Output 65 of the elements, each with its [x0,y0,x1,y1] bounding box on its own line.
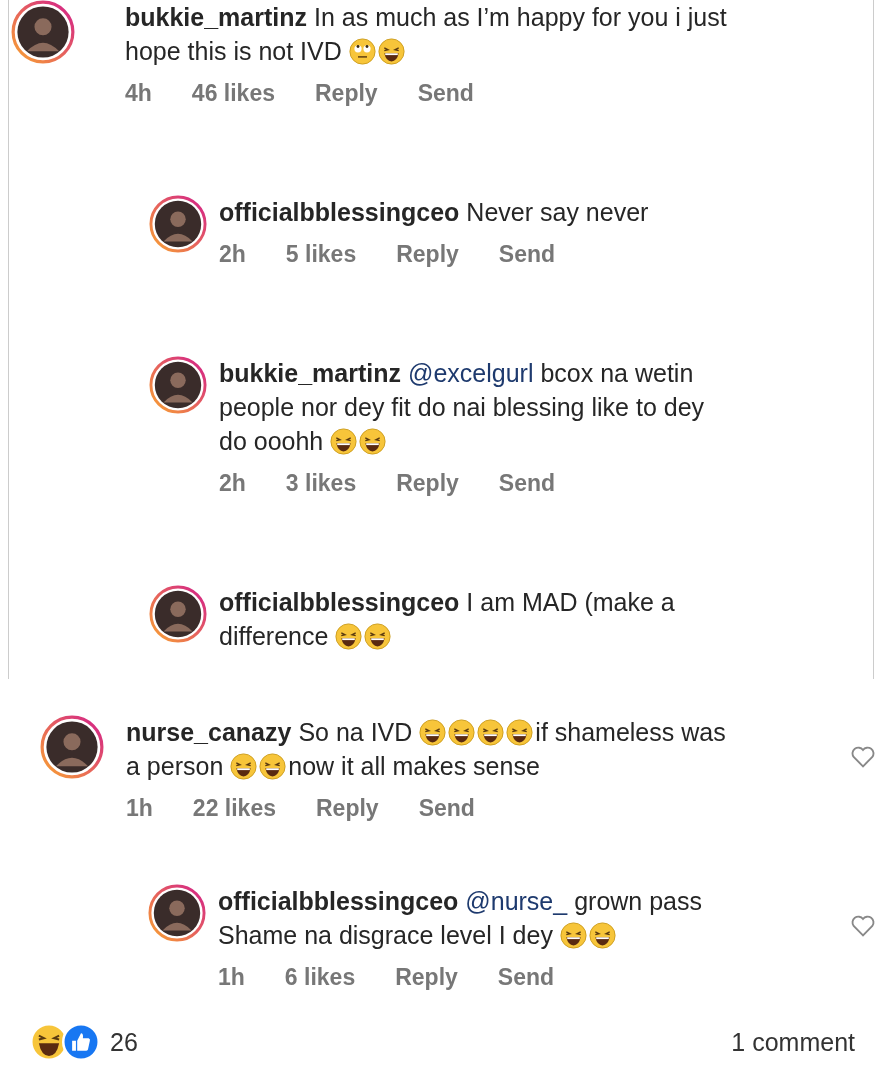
action-link[interactable]: Send [417,80,474,107]
comment-text: do ooohh [219,426,324,456]
action-link[interactable]: Reply [395,964,458,991]
action-link[interactable]: Send [498,241,556,268]
action-link[interactable]: Reply [315,80,378,107]
username[interactable]: officialbblessingceo [219,197,460,227]
avatar-icon[interactable] [11,0,75,64]
username[interactable]: officialbblessingceo [219,587,460,617]
username[interactable]: officialbblessingceo [218,886,459,916]
comment-text: people nor dey fit do nai blessing like to dey [219,392,705,422]
action-link[interactable]: Reply [316,795,379,822]
avatar-icon[interactable] [149,195,207,253]
comment-text: So na IVD [298,717,413,747]
eyeroll-emoji-icon [348,37,376,65]
comment-text: grown pass [574,886,703,916]
comment-meta: 1h [126,795,153,822]
comment-text: if shameless was [535,717,726,747]
comment-meta: 1h [218,964,245,991]
laughing-emoji-icon [335,622,363,650]
avatar-icon[interactable] [40,715,104,779]
avatar-icon[interactable] [149,585,207,643]
comment-text: In as much as I’m happy for you i just [314,2,727,32]
comment-meta: 4h [125,80,152,107]
laughing-emoji-icon [448,718,476,746]
comment-text: a person [126,751,224,781]
laughing-emoji-icon [377,37,405,65]
action-link[interactable]: Send [497,964,555,991]
comment-text: Never say never [466,197,649,227]
avatar-icon[interactable] [149,356,207,414]
laughing-emoji-icon [477,718,505,746]
mention-link[interactable]: @nurse_ [465,886,568,916]
comment-meta: 22 likes [192,795,276,822]
laughing-emoji-icon [419,718,447,746]
action-link[interactable]: Send [418,795,475,822]
action-link[interactable]: Reply [396,470,459,497]
comment-text: I am MAD (make a [466,587,675,617]
thumbs-up-icon[interactable] [62,1023,100,1061]
comment-text: hope this is not IVD [125,36,342,66]
mention-link[interactable]: @excelgurl [408,358,534,388]
action-link[interactable]: Send [498,470,556,497]
comment-text: Shame na disgrace level I dey [218,920,553,950]
comment-meta: 2h [219,470,246,497]
reaction-count[interactable]: 26 [110,1027,138,1057]
comment-meta: 3 likes [285,470,357,497]
comment-meta: 46 likes [191,80,275,107]
laughing-emoji-icon [559,921,587,949]
laughing-emoji-icon [230,752,258,780]
comment-text: difference [219,621,329,651]
laughing-emoji-icon [506,718,534,746]
laughing-emoji-icon [364,622,392,650]
laughing-emoji-icon [330,427,358,455]
comment-meta: 5 likes [285,241,357,268]
action-link[interactable]: Reply [396,241,459,268]
laughing-emoji-icon [359,427,387,455]
comment-meta: 2h [219,241,246,268]
comment-count[interactable]: 1 comment [731,1027,855,1057]
laughing-emoji-icon [588,921,616,949]
laughing-emoji-icon [259,752,287,780]
comment-meta: 6 likes [284,964,356,991]
username[interactable]: nurse_canazy [126,717,292,747]
avatar-icon[interactable] [148,884,206,942]
comment-text: now it all makes sense [288,751,540,781]
comment-text: bcox na wetin [540,358,694,388]
username[interactable]: bukkie_martinz [219,358,401,388]
username[interactable]: bukkie_martinz [125,2,307,32]
